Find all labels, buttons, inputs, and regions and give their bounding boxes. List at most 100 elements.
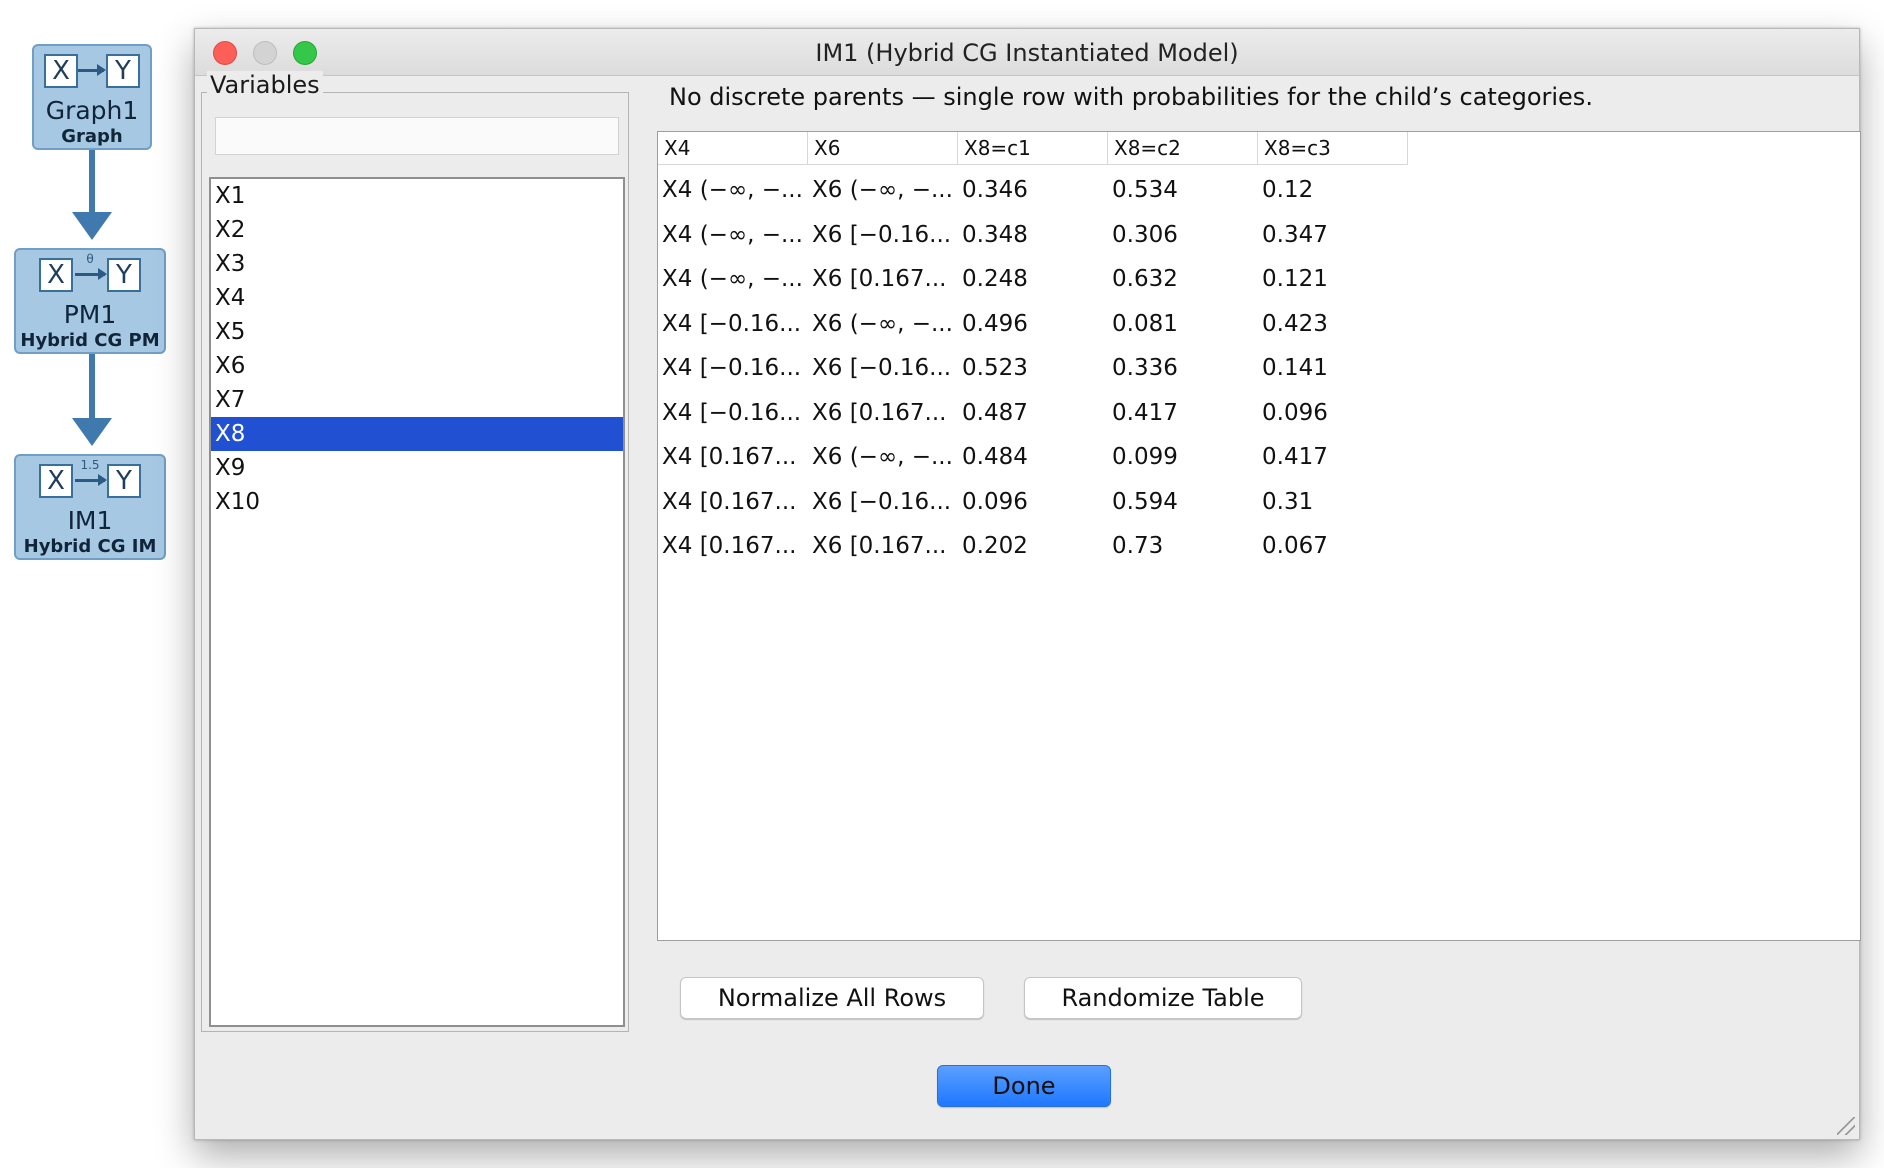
variable-item[interactable]: X6 <box>211 349 623 383</box>
graph-icon: X Y <box>40 52 144 88</box>
info-message: No discrete parents — single row with pr… <box>669 83 1593 111</box>
edge-graph-to-pm <box>89 150 95 220</box>
table-cell[interactable]: X6 (−∞, −... <box>808 177 958 203</box>
table-cell[interactable]: X4 (−∞, −... <box>658 177 808 203</box>
table-cell[interactable]: X6 [−0.16... <box>808 222 958 248</box>
table-cell[interactable]: X4 [0.167... <box>658 444 808 470</box>
variable-item[interactable]: X5 <box>211 315 623 349</box>
variable-item[interactable]: X3 <box>211 247 623 281</box>
table-cell[interactable]: X6 (−∞, −... <box>808 311 958 337</box>
table-cell[interactable]: X4 [0.167... <box>658 533 808 559</box>
table-cell[interactable]: 0.346 <box>958 177 1108 203</box>
table-cell[interactable]: 0.417 <box>1258 444 1408 470</box>
node-subtitle: Graph <box>61 126 123 147</box>
table-cell[interactable]: X6 [0.167... <box>808 266 958 292</box>
table-cell[interactable]: 0.487 <box>958 400 1108 426</box>
table-cell[interactable]: X4 [−0.16... <box>658 311 808 337</box>
variable-search-input[interactable] <box>215 117 619 155</box>
table-cell[interactable]: X4 [−0.16... <box>658 355 808 381</box>
table-cell[interactable]: 0.121 <box>1258 266 1408 292</box>
table-cell[interactable]: 0.336 <box>1108 355 1258 381</box>
title-bar[interactable]: IM1 (Hybrid CG Instantiated Model) <box>195 29 1859 76</box>
table-cell[interactable]: X6 [0.167... <box>808 400 958 426</box>
table-cell[interactable]: 0.347 <box>1258 222 1408 248</box>
column-header[interactable]: X4 <box>658 132 808 164</box>
table-cell[interactable]: 0.096 <box>1258 400 1408 426</box>
variable-list[interactable]: X1 X2 X3 X4 X5 X6 X7 X8 X9 X10 <box>209 177 625 1027</box>
edge-arrowhead <box>72 212 112 240</box>
column-header[interactable]: X8=c1 <box>958 132 1108 164</box>
table-row[interactable]: X4 (−∞, −... X6 [−0.16... 0.348 0.306 0.347 <box>658 213 1408 258</box>
table-cell[interactable]: 0.081 <box>1108 311 1258 337</box>
arrow-icon <box>78 64 106 76</box>
table-cell[interactable]: X6 (−∞, −... <box>808 444 958 470</box>
table-cell[interactable]: 0.141 <box>1258 355 1408 381</box>
table-cell[interactable]: X6 [0.167... <box>808 533 958 559</box>
table-body: X4 (−∞, −... X6 (−∞, −... 0.346 0.534 0.12 X4… <box>658 168 1408 569</box>
table-cell[interactable]: 0.12 <box>1258 177 1408 203</box>
table-row[interactable]: X4 [0.167... X6 [0.167... 0.202 0.73 0.067 <box>658 524 1408 569</box>
table-row[interactable]: X4 [−0.16... X6 (−∞, −... 0.496 0.081 0.423 <box>658 302 1408 347</box>
variable-item[interactable]: X7 <box>211 383 623 417</box>
table-row[interactable]: X4 [−0.16... X6 [−0.16... 0.523 0.336 0.141 <box>658 346 1408 391</box>
graph-node-im1[interactable]: X 1.5 Y IM1 Hybrid CG IM <box>14 454 166 560</box>
variable-item[interactable]: X9 <box>211 451 623 485</box>
variable-item-selected[interactable]: X8 <box>211 417 623 451</box>
table-cell[interactable]: 0.496 <box>958 311 1108 337</box>
graph-node-pm1[interactable]: X θ Y PM1 Hybrid CG PM <box>14 248 166 354</box>
column-header[interactable]: X6 <box>808 132 958 164</box>
icon-x-box: X <box>44 54 78 88</box>
table-cell[interactable]: X6 [−0.16... <box>808 355 958 381</box>
table-cell[interactable]: 0.096 <box>958 489 1108 515</box>
table-cell[interactable]: X4 [0.167... <box>658 489 808 515</box>
table-cell[interactable]: 0.632 <box>1108 266 1258 292</box>
table-cell[interactable]: 0.348 <box>958 222 1108 248</box>
icon-y-box: Y <box>107 258 141 292</box>
table-row[interactable]: X4 (−∞, −... X6 [0.167... 0.248 0.632 0.121 <box>658 257 1408 302</box>
table-row[interactable]: X4 (−∞, −... X6 (−∞, −... 0.346 0.534 0.12 <box>658 168 1408 213</box>
icon-x-box: X <box>39 258 73 292</box>
table-row[interactable]: X4 [0.167... X6 [−0.16... 0.096 0.594 0.31 <box>658 480 1408 525</box>
node-subtitle: Hybrid CG IM <box>23 536 157 557</box>
table-header: X4 X6 X8=c1 X8=c2 X8=c3 <box>658 132 1408 165</box>
variable-item[interactable]: X1 <box>211 179 623 213</box>
theta-label: θ <box>86 252 94 266</box>
variable-item[interactable]: X10 <box>211 485 623 519</box>
table-cell[interactable]: 0.067 <box>1258 533 1408 559</box>
column-header[interactable]: X8=c3 <box>1258 132 1408 164</box>
randomize-table-button[interactable]: Randomize Table <box>1024 977 1302 1019</box>
table-cell[interactable]: 0.306 <box>1108 222 1258 248</box>
table-cell[interactable]: X4 [−0.16... <box>658 400 808 426</box>
table-cell[interactable]: 0.534 <box>1108 177 1258 203</box>
table-cell[interactable]: 0.73 <box>1108 533 1258 559</box>
variable-item[interactable]: X2 <box>211 213 623 247</box>
column-header[interactable]: X8=c2 <box>1108 132 1258 164</box>
table-cell[interactable]: 0.417 <box>1108 400 1258 426</box>
table-cell[interactable]: 0.248 <box>958 266 1108 292</box>
table-cell[interactable]: 0.31 <box>1258 489 1408 515</box>
table-cell[interactable]: X4 (−∞, −... <box>658 266 808 292</box>
probability-table[interactable]: X4 X6 X8=c1 X8=c2 X8=c3 X4 (−∞, −... X6 (… <box>657 131 1861 941</box>
table-cell[interactable]: 0.484 <box>958 444 1108 470</box>
variables-legend: Variables <box>207 71 323 99</box>
window-title: IM1 (Hybrid CG Instantiated Model) <box>815 39 1239 67</box>
table-row[interactable]: X4 [−0.16... X6 [0.167... 0.487 0.417 0.096 <box>658 391 1408 436</box>
table-cell[interactable]: 0.423 <box>1258 311 1408 337</box>
edge-arrowhead <box>72 418 112 446</box>
node-title: IM1 <box>67 506 113 535</box>
edge-pm-to-im <box>89 354 95 426</box>
variable-item[interactable]: X4 <box>211 281 623 315</box>
table-cell[interactable]: 0.523 <box>958 355 1108 381</box>
im-editor-window: IM1 (Hybrid CG Instantiated Model) Varia… <box>194 28 1861 1140</box>
resize-grip-icon[interactable] <box>1837 1117 1855 1135</box>
table-cell[interactable]: 0.099 <box>1108 444 1258 470</box>
done-button[interactable]: Done <box>937 1065 1111 1107</box>
table-cell[interactable]: X4 (−∞, −... <box>658 222 808 248</box>
table-cell[interactable]: X6 [−0.16... <box>808 489 958 515</box>
table-cell[interactable]: 0.594 <box>1108 489 1258 515</box>
table-cell[interactable]: 0.202 <box>958 533 1108 559</box>
normalize-all-rows-button[interactable]: Normalize All Rows <box>680 977 984 1019</box>
graph-node-graph1[interactable]: X Y Graph1 Graph <box>32 44 152 150</box>
parametric-model-icon: X θ Y <box>35 252 145 292</box>
table-row[interactable]: X4 [0.167... X6 (−∞, −... 0.484 0.099 0.417 <box>658 435 1408 480</box>
